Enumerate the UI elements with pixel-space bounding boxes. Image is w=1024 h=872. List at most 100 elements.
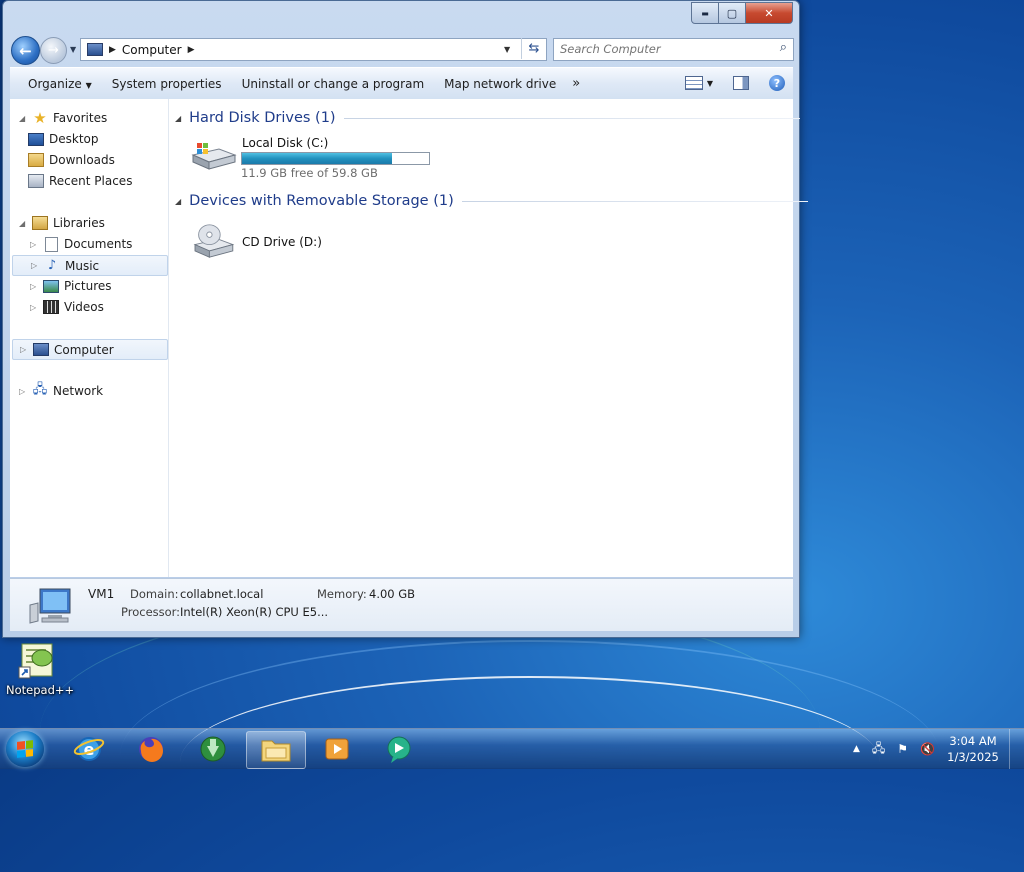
system-tray: ▲ 🖧 ⚑ 🔇 3:04 AM 1/3/2025 <box>847 729 1024 769</box>
nav-item-label: Documents <box>64 237 133 251</box>
more-commands-button[interactable]: » <box>566 76 586 91</box>
toolbar-right: ▼ ? <box>684 75 785 91</box>
drive-name: Local Disk (C:) <box>242 136 329 150</box>
desktop-shortcut-notepadpp[interactable]: Notepad++ <box>6 640 75 697</box>
explorer-window: ▬ ▢ ✕ ← → ▼ ▶ Computer ▶ ▼ ⇆ ⌕ Organize … <box>2 0 808 638</box>
map-network-drive-button[interactable]: Map network drive <box>434 77 566 91</box>
nav-libraries-label: Libraries <box>53 216 105 230</box>
search-box[interactable]: ⌕ <box>553 38 794 61</box>
action-center-flag-icon[interactable]: ⚑ <box>897 742 908 756</box>
search-input[interactable] <box>554 39 766 58</box>
expand-arrow-icon[interactable]: ▷ <box>20 345 30 354</box>
cd-drive-icon <box>193 224 235 258</box>
maximize-button[interactable]: ▢ <box>719 2 746 24</box>
nav-favorites[interactable]: ◢ ★ Favorites <box>10 108 168 128</box>
computer-icon <box>29 588 71 624</box>
taskbar-chat-app[interactable] <box>370 731 428 767</box>
refresh-button[interactable]: ⇆ <box>521 38 546 59</box>
nav-computer[interactable]: ▷ Computer <box>12 339 168 360</box>
back-arrow-icon: ← <box>19 41 32 60</box>
domain-value: collabnet.local <box>180 587 264 601</box>
show-desktop-button[interactable] <box>1009 729 1024 769</box>
computer-icon <box>87 43 103 56</box>
minimize-button[interactable]: ▬ <box>691 2 719 24</box>
recent-places-icon <box>28 174 44 188</box>
group-header-hard-disk[interactable]: ◢ Hard Disk Drives (1) <box>175 108 800 128</box>
expand-arrow-icon[interactable]: ▷ <box>30 282 40 291</box>
network-icon: 🖧 <box>32 382 48 397</box>
desktop-icon-label: Notepad++ <box>6 683 75 697</box>
chevron-down-icon: ▼ <box>85 80 92 90</box>
change-view-icon[interactable] <box>684 76 703 90</box>
nav-item-music[interactable]: ▷ ♪ Music <box>12 255 168 276</box>
nav-item-desktop[interactable]: Desktop <box>10 129 168 149</box>
nav-item-recent-places[interactable]: Recent Places <box>10 171 168 191</box>
collapse-arrow-icon[interactable]: ◢ <box>19 219 29 228</box>
address-dropdown-icon[interactable]: ▼ <box>504 45 510 54</box>
view-options-dropdown-icon[interactable]: ▼ <box>707 79 713 88</box>
collapse-arrow-icon[interactable]: ◢ <box>19 114 29 123</box>
nav-item-documents[interactable]: ▷ Documents <box>10 234 168 254</box>
nav-item-label: Desktop <box>49 132 99 146</box>
nav-item-pictures[interactable]: ▷ Pictures <box>10 276 168 296</box>
domain-label: Domain: <box>130 587 179 601</box>
back-button[interactable]: ← <box>11 36 40 65</box>
folder-icon <box>261 740 291 762</box>
memory-label: Memory: <box>317 587 367 601</box>
media-player-icon <box>325 738 349 760</box>
group-header-removable[interactable]: ◢ Devices with Removable Storage (1) <box>175 191 808 211</box>
address-bar[interactable]: ▶ Computer ▶ ▼ ⇆ <box>80 38 547 61</box>
recent-pages-dropdown[interactable]: ▼ <box>70 45 76 54</box>
nav-network-label: Network <box>53 384 104 398</box>
show-hidden-icons-button[interactable]: ▲ <box>853 744 860 754</box>
processor-label: Processor: <box>121 605 181 619</box>
collapse-arrow-icon[interactable]: ◢ <box>175 114 181 123</box>
forward-button[interactable]: → <box>40 37 67 64</box>
volume-muted-icon[interactable]: 🔇 <box>920 742 935 756</box>
help-icon[interactable]: ? <box>769 75 785 91</box>
expand-arrow-icon[interactable]: ▷ <box>19 387 29 396</box>
group-divider <box>343 117 800 119</box>
internet-explorer-icon: e <box>73 737 105 761</box>
expand-arrow-icon[interactable]: ▷ <box>30 240 40 249</box>
taskbar-internet-explorer[interactable]: e <box>60 731 118 767</box>
uninstall-program-button[interactable]: Uninstall or change a program <box>232 77 435 91</box>
search-icon[interactable]: ⌕ <box>780 40 787 55</box>
nav-item-videos[interactable]: ▷ Videos <box>10 297 168 317</box>
expand-arrow-icon[interactable]: ▷ <box>31 261 41 270</box>
refresh-icon: ⇆ <box>528 41 540 56</box>
windows-logo-icon <box>17 740 33 758</box>
collapse-arrow-icon[interactable]: ◢ <box>175 197 181 206</box>
taskbar-media-player[interactable] <box>308 731 366 767</box>
memory-value: 4.00 GB <box>369 587 416 601</box>
nav-item-label: Recent Places <box>49 174 133 188</box>
pictures-icon <box>43 279 59 293</box>
breadcrumb-separator-icon[interactable]: ▶ <box>109 45 116 55</box>
nav-favorites-label: Favorites <box>53 111 108 125</box>
nav-item-downloads[interactable]: Downloads <box>10 150 168 170</box>
start-button[interactable] <box>6 731 44 767</box>
organize-button[interactable]: Organize ▼ <box>10 77 102 91</box>
libraries-icon <box>32 216 48 230</box>
expand-arrow-icon[interactable]: ▷ <box>30 303 40 312</box>
network-status-icon[interactable]: 🖧 <box>872 739 885 760</box>
clock[interactable]: 3:04 AM 1/3/2025 <box>941 733 1005 765</box>
breadcrumb-separator-icon[interactable]: ▶ <box>188 45 195 55</box>
taskbar: e ▲ 🖧 ⚑ 🔇 3:04 AM 1/3/2025 <box>0 728 1024 769</box>
clock-date: 1/3/2025 <box>947 750 999 764</box>
system-properties-button[interactable]: System properties <box>102 77 232 91</box>
disk-usage-fill <box>242 153 392 164</box>
close-button[interactable]: ✕ <box>746 2 793 24</box>
desktop-icon <box>28 132 44 146</box>
forward-arrow-icon: → <box>48 43 59 58</box>
processor-value: Intel(R) Xeon(R) CPU E5... <box>180 605 329 619</box>
taskbar-windows-explorer[interactable] <box>246 731 306 769</box>
nav-network[interactable]: ▷ 🖧 Network <box>10 381 168 401</box>
drive-name: CD Drive (D:) <box>242 235 322 249</box>
taskbar-firefox[interactable] <box>122 731 180 767</box>
preview-pane-icon[interactable] <box>733 76 749 90</box>
breadcrumb-computer[interactable]: Computer <box>122 43 182 57</box>
nav-libraries[interactable]: ◢ Libraries <box>10 213 168 233</box>
taskbar-download-manager[interactable] <box>184 731 242 767</box>
downloads-folder-icon <box>28 153 44 167</box>
